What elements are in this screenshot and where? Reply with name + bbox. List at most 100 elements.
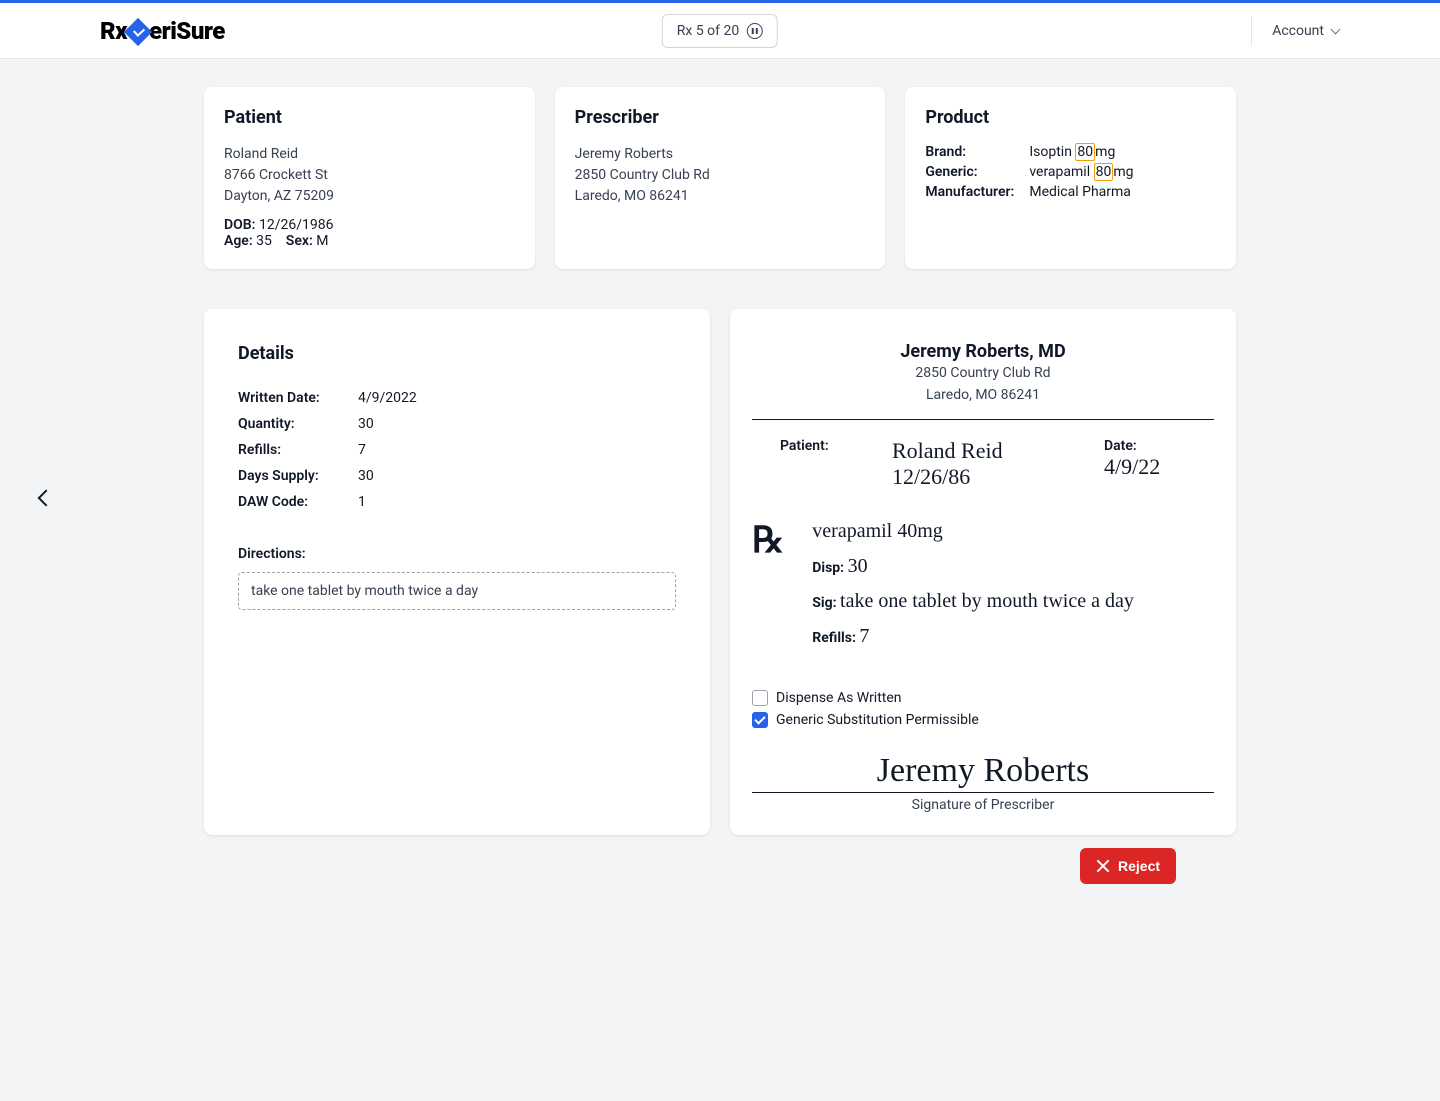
patient-title: Patient bbox=[224, 107, 515, 128]
info-cards-row: Patient Roland Reid 8766 Crockett St Day… bbox=[204, 87, 1236, 269]
rx-counter-text: Rx 5 of 20 bbox=[677, 23, 739, 39]
details-value: 30 bbox=[358, 468, 374, 484]
header-bar: Rx eriSure Rx 5 of 20 Account bbox=[0, 3, 1440, 59]
age-value: 35 bbox=[256, 233, 272, 249]
details-value: 1 bbox=[358, 494, 366, 510]
generic-post: mg bbox=[1113, 164, 1133, 180]
dob-label: DOB: bbox=[224, 217, 255, 233]
brand-label: Brand: bbox=[925, 144, 1029, 160]
prescription-card: Jeremy Roberts, MD 2850 Country Club Rd … bbox=[730, 309, 1236, 835]
generic-label: Generic: bbox=[925, 164, 1029, 180]
details-row: Days Supply: 30 bbox=[238, 468, 676, 484]
patient-meta: DOB: 12/26/1986 Age: 35 Sex: M bbox=[224, 217, 515, 249]
substitution-checkbox[interactable] bbox=[752, 712, 768, 728]
main-container: Patient Roland Reid 8766 Crockett St Day… bbox=[204, 59, 1236, 835]
reject-button[interactable]: Reject bbox=[1080, 848, 1176, 884]
previous-rx-button[interactable] bbox=[34, 488, 54, 508]
brand-highlight: 80 bbox=[1075, 143, 1095, 161]
rx-sig-label: Sig: bbox=[812, 595, 836, 611]
rx-refills-label: Refills: bbox=[812, 630, 856, 646]
details-label: Written Date: bbox=[238, 390, 358, 406]
sex-value: M bbox=[316, 233, 328, 249]
rx-prescriber-name: Jeremy Roberts, MD bbox=[752, 341, 1214, 362]
rx-body: ℞ verapamil 40mg Disp: 30 Sig: take one … bbox=[752, 520, 1214, 660]
patient-name: Roland Reid bbox=[224, 144, 515, 165]
details-table: Written Date: 4/9/2022 Quantity: 30 Refi… bbox=[238, 390, 676, 510]
patient-addr1: 8766 Crockett St bbox=[224, 165, 515, 186]
details-label: DAW Code: bbox=[238, 494, 358, 510]
details-row: Refills: 7 bbox=[238, 442, 676, 458]
logo-diamond-icon bbox=[124, 17, 152, 45]
rx-lines: verapamil 40mg Disp: 30 Sig: take one ta… bbox=[812, 520, 1214, 660]
logo-suffix: eriSure bbox=[149, 17, 225, 45]
rx-header: Jeremy Roberts, MD 2850 Country Club Rd … bbox=[752, 331, 1214, 420]
details-title: Details bbox=[238, 343, 676, 364]
rx-patient-name: Roland Reid bbox=[892, 438, 1104, 464]
details-card: Details Written Date: 4/9/2022 Quantity:… bbox=[204, 309, 710, 835]
rx-counter-button[interactable]: Rx 5 of 20 bbox=[662, 14, 778, 48]
signature: Jeremy Roberts bbox=[752, 752, 1214, 793]
brand-pre: Isoptin bbox=[1029, 144, 1075, 160]
directions-input[interactable]: take one tablet by mouth twice a day bbox=[238, 572, 676, 610]
prescriber-card: Prescriber Jeremy Roberts 2850 Country C… bbox=[555, 87, 886, 269]
substitution-label: Generic Substitution Permissible bbox=[776, 712, 979, 728]
pause-icon bbox=[747, 23, 763, 39]
directions-label: Directions: bbox=[238, 546, 676, 562]
rx-top-row: Patient: Roland Reid 12/26/86 Date: 4/9/… bbox=[752, 438, 1214, 490]
generic-highlight: 80 bbox=[1094, 163, 1114, 181]
logo-rx: Rx bbox=[100, 17, 127, 45]
prescriber-name: Jeremy Roberts bbox=[575, 144, 866, 165]
brand-post: mg bbox=[1095, 144, 1115, 160]
reject-label: Reject bbox=[1118, 858, 1160, 874]
mfr-value: Medical Pharma bbox=[1029, 184, 1131, 200]
rx-drug: verapamil 40mg bbox=[812, 520, 943, 542]
product-table: Brand: Isoptin 80mg Generic: verapamil 8… bbox=[925, 144, 1216, 200]
generic-value: verapamil 80mg bbox=[1029, 164, 1133, 180]
product-title: Product bbox=[925, 107, 1216, 128]
daw-checkbox-row: Dispense As Written bbox=[752, 690, 1214, 706]
details-label: Refills: bbox=[238, 442, 358, 458]
signature-block: Jeremy Roberts Signature of Prescriber bbox=[752, 752, 1214, 813]
patient-addr2: Dayton, AZ 75209 bbox=[224, 186, 515, 207]
rx-date: 4/9/22 bbox=[1104, 454, 1214, 480]
daw-checkbox[interactable] bbox=[752, 690, 768, 706]
details-label: Quantity: bbox=[238, 416, 358, 432]
substitution-checkbox-row: Generic Substitution Permissible bbox=[752, 712, 1214, 728]
rx-sig: take one tablet by mouth twice a day bbox=[840, 590, 1134, 612]
prescriber-addr1: 2850 Country Club Rd bbox=[575, 165, 866, 186]
mfr-label: Manufacturer: bbox=[925, 184, 1029, 200]
details-value: 7 bbox=[358, 442, 366, 458]
app-logo: Rx eriSure bbox=[100, 17, 225, 45]
prescriber-addr2: Laredo, MO 86241 bbox=[575, 186, 866, 207]
account-menu-button[interactable]: Account bbox=[1251, 16, 1340, 46]
generic-pre: verapamil bbox=[1029, 164, 1093, 180]
details-row: DAW Code: 1 bbox=[238, 494, 676, 510]
details-value: 4/9/2022 bbox=[358, 390, 417, 406]
account-label: Account bbox=[1272, 23, 1324, 39]
rx-prescriber-addr2: Laredo, MO 86241 bbox=[752, 386, 1214, 406]
rx-refills: 7 bbox=[859, 625, 869, 647]
signature-label: Signature of Prescriber bbox=[752, 797, 1214, 813]
rx-patient-dob: 12/26/86 bbox=[892, 464, 1104, 490]
patient-info: Roland Reid 8766 Crockett St Dayton, AZ … bbox=[224, 144, 515, 207]
dob-value: 12/26/1986 bbox=[259, 217, 334, 233]
close-icon bbox=[1096, 859, 1110, 873]
details-label: Days Supply: bbox=[238, 468, 358, 484]
prescriber-info: Jeremy Roberts 2850 Country Club Rd Lare… bbox=[575, 144, 866, 207]
details-value: 30 bbox=[358, 416, 374, 432]
rx-prescriber-addr1: 2850 Country Club Rd bbox=[752, 364, 1214, 384]
rx-patient-label: Patient: bbox=[780, 438, 892, 454]
daw-label: Dispense As Written bbox=[776, 690, 902, 706]
rx-disp-label: Disp: bbox=[812, 560, 844, 576]
rx-symbol-icon: ℞ bbox=[752, 522, 784, 660]
product-card: Product Brand: Isoptin 80mg Generic: ver… bbox=[905, 87, 1236, 269]
rx-date-label: Date: bbox=[1104, 438, 1214, 454]
lower-row: Details Written Date: 4/9/2022 Quantity:… bbox=[204, 309, 1236, 835]
age-label: Age: bbox=[224, 233, 253, 249]
patient-card: Patient Roland Reid 8766 Crockett St Day… bbox=[204, 87, 535, 269]
sex-label: Sex: bbox=[286, 233, 313, 249]
prescriber-title: Prescriber bbox=[575, 107, 866, 128]
chevron-down-icon bbox=[1330, 26, 1340, 36]
brand-value: Isoptin 80mg bbox=[1029, 144, 1115, 160]
details-row: Quantity: 30 bbox=[238, 416, 676, 432]
